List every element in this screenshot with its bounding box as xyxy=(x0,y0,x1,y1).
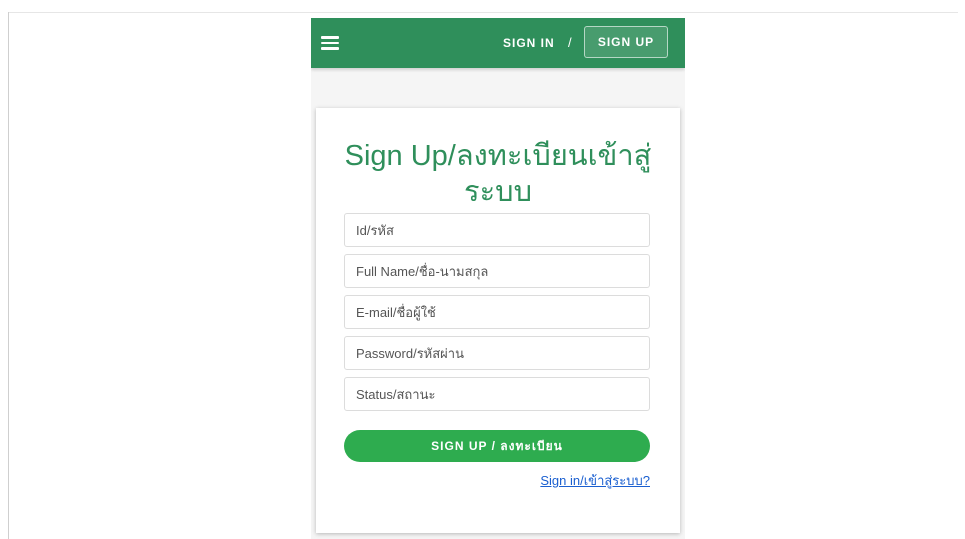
signup-submit-button[interactable]: SIGN UP / ลงทะเบียน xyxy=(344,430,650,462)
page-title: Sign Up/ลงทะเบียนเข้าสู่ระบบ xyxy=(344,140,652,208)
mobile-viewport: SIGN IN / SIGN UP Sign Up/ลงทะเบียนเข้าส… xyxy=(311,18,685,539)
frame-left-border xyxy=(8,12,9,539)
email-field[interactable] xyxy=(344,295,650,329)
status-field[interactable] xyxy=(344,377,650,411)
nav-separator: / xyxy=(568,35,572,50)
nav-signin-link[interactable]: SIGN IN xyxy=(503,36,555,50)
hamburger-menu-icon[interactable] xyxy=(321,36,339,50)
nav-signup-button[interactable]: SIGN UP xyxy=(584,26,668,58)
full-name-field[interactable] xyxy=(344,254,650,288)
screenshot-frame: SIGN IN / SIGN UP Sign Up/ลงทะเบียนเข้าส… xyxy=(0,0,965,539)
signup-card: Sign Up/ลงทะเบียนเข้าสู่ระบบ SIGN UP / ล… xyxy=(316,108,680,533)
frame-top-border xyxy=(8,12,958,13)
id-field[interactable] xyxy=(344,213,650,247)
password-field[interactable] xyxy=(344,336,650,370)
signin-link[interactable]: Sign in/เข้าสู่ระบบ? xyxy=(540,470,650,491)
top-navbar: SIGN IN / SIGN UP xyxy=(311,18,685,68)
